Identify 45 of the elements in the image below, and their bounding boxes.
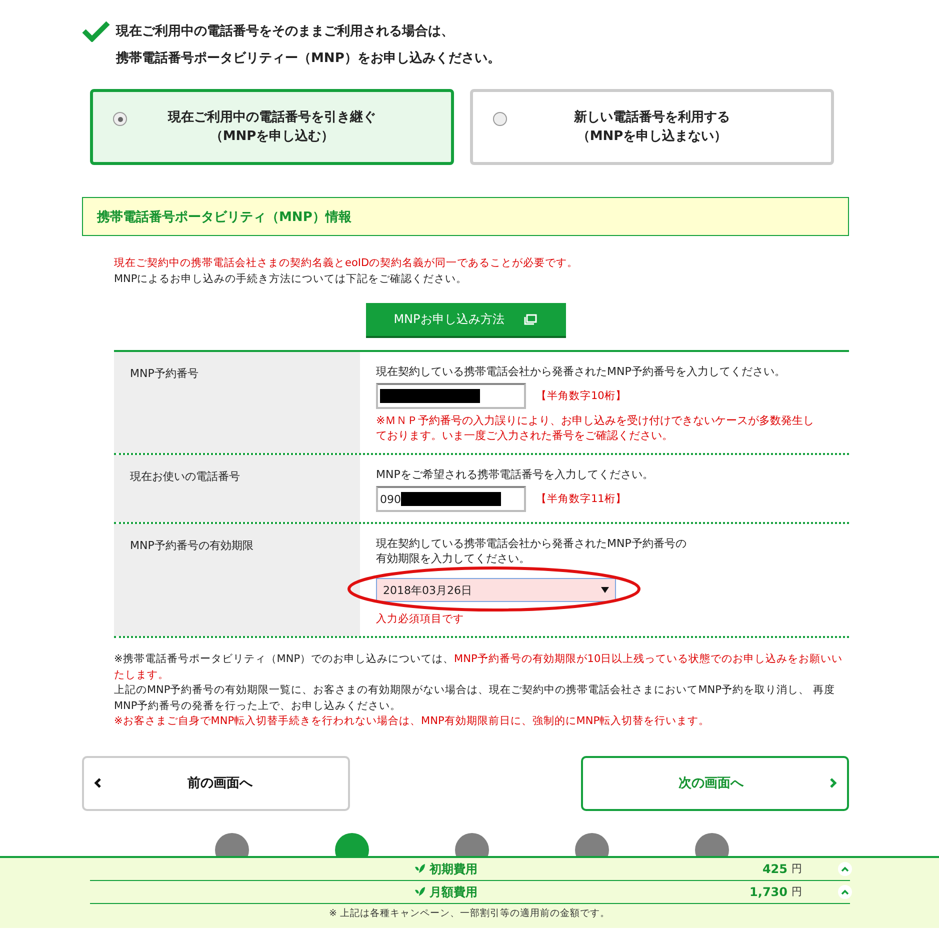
footnote-text: 上記のMNP予約番号の有効期限一覧に、お客さまの有効期限がない場合は、現在ご契約中の携帯電話会社さまにおいてMNP予約を取り消し、 再度MNP予約番号の発番を行った上で、お申し込みください。	[114, 683, 836, 714]
date-select[interactable]: 2018年03月26日	[376, 578, 616, 602]
field-instruction: 現在契約している携帯電話会社から発番されたMNP予約番号を入力してください。	[376, 364, 786, 379]
currency-unit: 円	[792, 862, 802, 876]
cost-note: ※ 上記は各種キャンペーン、一部割引等の適用前の金額です。	[329, 907, 610, 920]
format-hint: 【半角数字11桁】	[536, 492, 626, 506]
expand-button[interactable]	[838, 862, 852, 876]
currency-unit: 円	[792, 885, 802, 899]
dropdown-icon	[601, 587, 609, 593]
format-hint: 【半角数字10桁】	[536, 389, 626, 403]
window-icon	[524, 314, 538, 325]
input-field[interactable]: 090	[376, 486, 526, 512]
field-label: 現在お使いの電話番号	[114, 455, 360, 522]
chevron-right-icon	[829, 778, 837, 788]
footnote-text: ※お客さまご自身でMNP転入切替手続きを行われない場合は、MNP有効期限前日に、強制的にMNP転入切替を行います。	[114, 714, 711, 729]
footnote-text: ※携帯電話番号ポータビリティ（MNP）でのお申し込みについては、MNP予約番号の有効期限が10日以上残っている状態でのお申し込みをお願いいたします。	[114, 652, 844, 682]
error-text: 入力必須項目です	[376, 612, 465, 626]
intro-text: 携帯電話番号ポータビリティー（MNP）をお申し込みください。	[116, 51, 500, 67]
radio-button[interactable]	[493, 112, 507, 126]
field-label: MNP予約番号	[114, 352, 360, 453]
option-card[interactable]: 新しい電話番号を利用する （MNPを申し込まない）	[470, 89, 834, 165]
notice-text: 現在ご契約中の携帯電話会社さまの契約名義とeoIDの契約名義が同一であることが必要です。	[114, 256, 580, 271]
back-button[interactable]: 前の画面へ	[82, 756, 350, 810]
leaf-icon	[414, 863, 426, 875]
notice-text: MNPによるお申し込みの手続き方法については下記をご確認ください。	[114, 272, 468, 287]
field-label: MNP予約番号の有効期限	[114, 524, 360, 636]
intro-text: 現在ご利用中の電話番号をそのままご利用される場合は、	[116, 24, 455, 40]
cost-label: 初期費用	[430, 860, 478, 878]
chevron-up-icon	[840, 866, 848, 872]
cost-amount: 425	[762, 862, 788, 876]
field-instruction: MNPをご希望される携帯電話番号を入力してください。	[376, 467, 654, 482]
chevron-up-icon	[840, 889, 848, 895]
check-icon	[82, 20, 110, 42]
option-card[interactable]: 現在ご利用中の電話番号を引き継ぐ （MNPを申し込む）	[90, 89, 454, 165]
input-field[interactable]	[376, 383, 526, 409]
chevron-left-icon	[94, 778, 102, 788]
warning-text: ※ＭＮＰ予約番号の入力誤りにより、お申し込みを受け付けできないケースが多数発生しております。いま一度ご入力された番号をご確認ください。	[376, 413, 816, 443]
next-button[interactable]: 次の画面へ	[581, 756, 849, 810]
expand-button[interactable]	[838, 885, 852, 899]
radio-button[interactable]	[113, 112, 127, 126]
section-title: 携帯電話番号ポータビリティ（MNP）情報	[82, 197, 849, 236]
cost-label: 月額費用	[430, 884, 478, 900]
leaf-icon	[414, 886, 426, 898]
field-instruction: 現在契約している携帯電話会社から発番されたMNP予約番号の有効期限を入力してください。	[376, 536, 688, 566]
cost-amount: 1,730	[750, 885, 788, 899]
